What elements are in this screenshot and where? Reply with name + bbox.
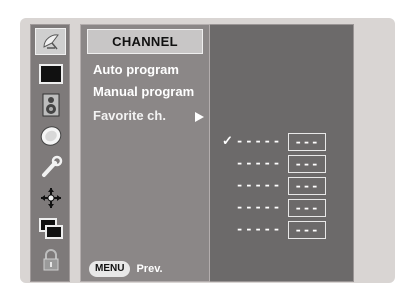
favorite-channel-panel: ✓ ----- --- ----- --- ----- --- ----- --…: [210, 24, 354, 282]
favorite-channel-number[interactable]: ---: [288, 133, 326, 151]
previous-label: Prev.: [136, 263, 163, 275]
menu-item-label: Favorite ch.: [93, 108, 166, 123]
menu-icon-rail: [30, 24, 70, 282]
favorite-row[interactable]: ----- ---: [210, 197, 352, 219]
menu-title: CHANNEL: [87, 29, 203, 54]
favorite-row[interactable]: ----- ---: [210, 219, 352, 241]
favorite-row[interactable]: ----- ---: [210, 175, 352, 197]
favorite-name: -----: [236, 134, 283, 148]
special-icon[interactable]: [35, 184, 66, 211]
picture-icon[interactable]: [35, 60, 66, 87]
favorite-row[interactable]: ----- ---: [210, 153, 352, 175]
favorite-name: -----: [236, 222, 283, 236]
favorite-channel-number[interactable]: ---: [288, 221, 326, 239]
chevron-right-icon: [195, 112, 204, 122]
wrench-icon[interactable]: [35, 153, 66, 180]
menu-item-label: Manual program: [93, 84, 195, 99]
menu-item-label: Auto program: [93, 62, 179, 77]
clock-icon[interactable]: [35, 122, 66, 149]
favorite-channel-number[interactable]: ---: [288, 177, 326, 195]
favorite-channel-number[interactable]: ---: [288, 155, 326, 173]
channel-menu-panel: CHANNEL Auto program Manual program Favo…: [80, 24, 210, 282]
speaker-icon[interactable]: [35, 91, 66, 118]
satellite-dish-icon[interactable]: [35, 28, 66, 55]
lock-icon[interactable]: [35, 246, 66, 273]
menu-item-favorite-ch[interactable]: Favorite ch.: [81, 105, 209, 127]
menu-button[interactable]: MENU: [89, 261, 131, 277]
check-icon: ✓: [222, 133, 233, 148]
screen-icon[interactable]: [35, 215, 66, 242]
favorite-row[interactable]: ✓ ----- ---: [210, 131, 352, 153]
menu-item-manual-program[interactable]: Manual program: [81, 81, 209, 103]
favorite-name: -----: [236, 200, 283, 214]
menu-item-auto-program[interactable]: Auto program: [81, 59, 209, 81]
favorite-name: -----: [236, 178, 283, 192]
favorite-name: -----: [236, 156, 283, 170]
favorite-channel-number[interactable]: ---: [288, 199, 326, 217]
menu-footer: MENU Prev.: [89, 261, 163, 277]
